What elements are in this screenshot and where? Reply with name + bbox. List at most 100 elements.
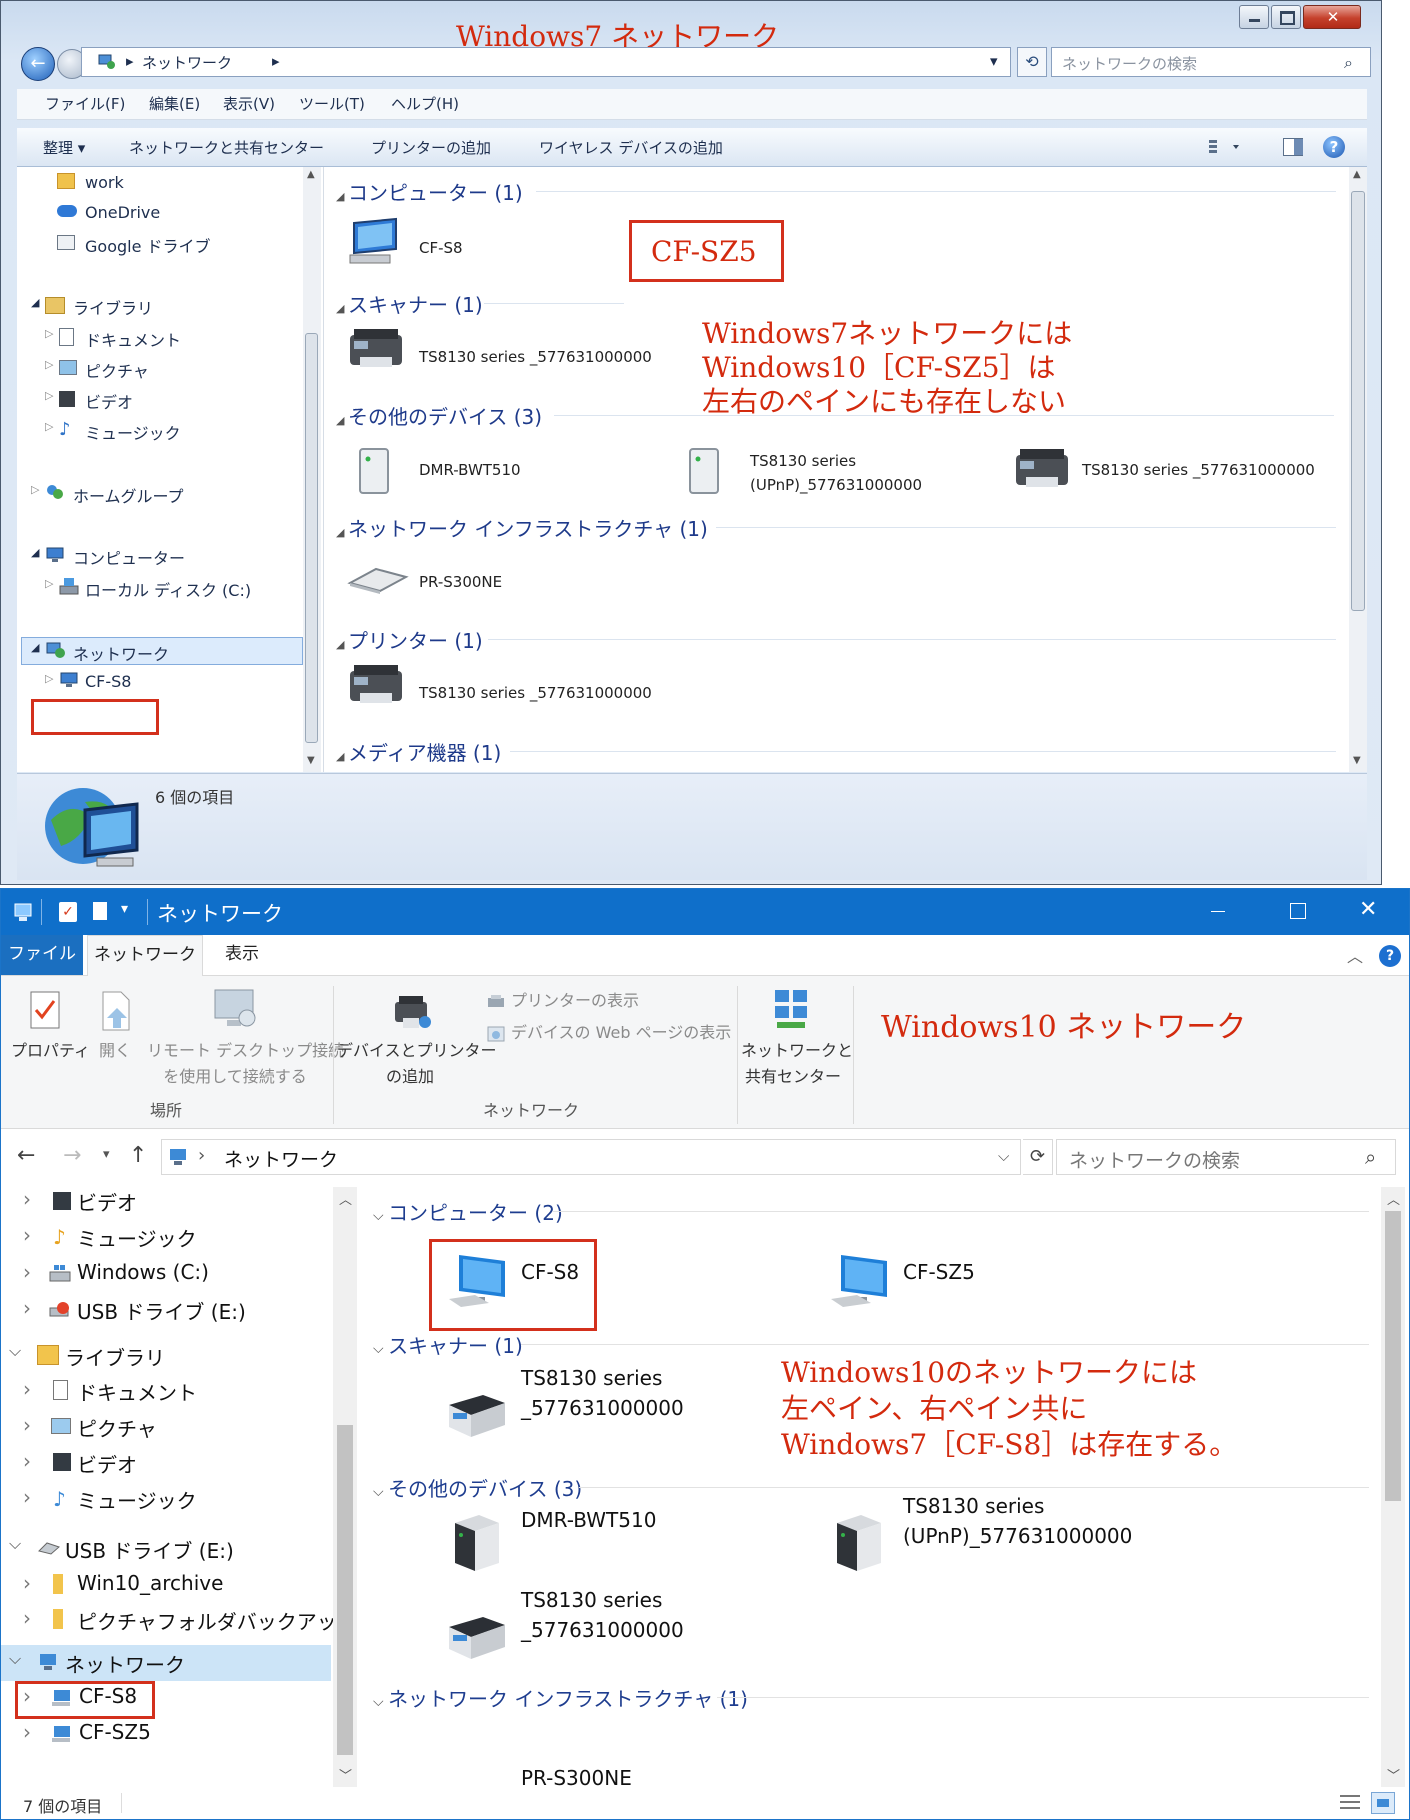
- group-other-devices[interactable]: ⌵ その他のデバイス (3): [373, 1473, 582, 1502]
- nav-library[interactable]: ライブラリ: [65, 1342, 165, 1371]
- nav-music-2[interactable]: ミュージック: [77, 1485, 197, 1514]
- nav-google-drive[interactable]: Google ドライブ: [85, 233, 211, 257]
- collapsed-chevron-icon[interactable]: ›: [23, 1377, 31, 1401]
- network-sharing-center-button[interactable]: ネットワークと 共有センター: [741, 1038, 853, 1090]
- item-router-pr-s300ne[interactable]: PR-S300NE: [419, 573, 502, 591]
- nav-music[interactable]: ミュージック: [77, 1223, 197, 1252]
- group-scanner[interactable]: ⌵ スキャナー (1): [373, 1330, 523, 1359]
- collapse-ribbon-icon[interactable]: ︿: [1347, 943, 1363, 967]
- nav-library[interactable]: ライブラリ: [73, 295, 153, 319]
- search-input[interactable]: ネットワークの検索 ⌕: [1051, 47, 1371, 77]
- collapsed-chevron-icon[interactable]: ›: [23, 1571, 31, 1595]
- collapsed-arrow-icon[interactable]: ▷: [45, 327, 53, 340]
- scroll-up-icon[interactable]: ︿: [339, 1189, 352, 1208]
- menu-tools[interactable]: ツール(T): [299, 93, 365, 114]
- properties-qat-icon[interactable]: ✓: [59, 902, 77, 922]
- search-input[interactable]: ネットワークの検索 ⌕: [1056, 1139, 1396, 1175]
- scroll-down-icon[interactable]: ﹀: [1387, 1765, 1400, 1784]
- group-infrastructure[interactable]: ⌵ ネットワーク インフラストラクチャ (1): [373, 1683, 748, 1712]
- menu-edit[interactable]: 編集(E): [149, 93, 200, 114]
- network-sharing-center-button[interactable]: ネットワークと共有センター: [129, 137, 324, 158]
- help-icon[interactable]: ?: [1323, 136, 1345, 158]
- nav-music[interactable]: ミュージック: [85, 420, 181, 444]
- content-scroll-thumb[interactable]: [1351, 191, 1365, 611]
- address-bar[interactable]: ▸ ネットワーク ▸ ▾: [81, 47, 1011, 77]
- nav-usb-drive-2[interactable]: USB ドライブ (E:): [65, 1535, 234, 1564]
- nav-picture-backup[interactable]: ピクチャフォルダバックアップ: [77, 1606, 357, 1635]
- nav-homegroup[interactable]: ホームグループ: [73, 483, 184, 507]
- back-button[interactable]: ←: [21, 47, 55, 81]
- help-icon[interactable]: ?: [1379, 945, 1401, 967]
- collapsed-arrow-icon[interactable]: ▷: [31, 483, 39, 496]
- nav-pictures[interactable]: ピクチャ: [85, 358, 149, 382]
- back-button[interactable]: ←: [17, 1143, 35, 1168]
- close-button[interactable]: ✕: [1359, 897, 1377, 922]
- maximize-button[interactable]: [1271, 5, 1301, 29]
- menu-file[interactable]: ファイル(F): [45, 93, 125, 114]
- item-ts8130-other[interactable]: TS8130 series _577631000000: [521, 1585, 684, 1645]
- nav-cf-s8[interactable]: CF-S8: [85, 672, 131, 691]
- nav-network[interactable]: ネットワーク: [73, 641, 169, 665]
- expanded-arrow-icon[interactable]: ◢: [31, 641, 39, 654]
- expanded-chevron-icon[interactable]: ⌵: [9, 1649, 21, 1669]
- content-scrollbar[interactable]: ︿ ﹀: [1381, 1187, 1405, 1787]
- content-scrollbar[interactable]: ▲ ▼: [1349, 167, 1367, 772]
- breadcrumb-network[interactable]: ネットワーク: [142, 52, 232, 73]
- group-computer[interactable]: ⌵ コンピューター (2): [373, 1197, 563, 1226]
- nav-scrollbar[interactable]: ▲ ▼: [303, 167, 321, 772]
- nav-documents[interactable]: ドキュメント: [85, 327, 181, 351]
- item-ts8130-upnp[interactable]: TS8130 series (UPnP)_577631000000: [750, 449, 922, 497]
- scroll-down-icon[interactable]: ﹀: [339, 1765, 352, 1784]
- collapsed-arrow-icon[interactable]: ▷: [45, 672, 53, 685]
- item-cf-sz5[interactable]: CF-SZ5: [903, 1257, 975, 1287]
- group-scanner[interactable]: ◢ スキャナー (1): [336, 289, 483, 318]
- view-options-icon[interactable]: [1207, 138, 1245, 156]
- nav-onedrive[interactable]: OneDrive: [85, 203, 160, 222]
- collapsed-chevron-icon[interactable]: ›: [23, 1485, 31, 1509]
- tab-network[interactable]: ネットワーク: [87, 935, 203, 976]
- collapsed-arrow-icon[interactable]: ▷: [45, 389, 53, 402]
- nav-windows-c[interactable]: Windows (C:): [77, 1260, 209, 1284]
- show-printers-button[interactable]: プリンターの表示: [511, 988, 639, 1013]
- new-folder-qat-icon[interactable]: [93, 902, 107, 920]
- large-icons-view-icon[interactable]: [1371, 1792, 1395, 1814]
- nav-cf-sz5[interactable]: CF-SZ5: [79, 1720, 151, 1744]
- minimize-button[interactable]: [1211, 911, 1225, 912]
- item-printer-ts8130[interactable]: TS8130 series _577631000000: [419, 684, 652, 702]
- nav-pictures[interactable]: ピクチャ: [77, 1413, 157, 1442]
- group-media[interactable]: ◢ メディア機器 (1): [336, 737, 501, 766]
- collapsed-arrow-icon[interactable]: ▷: [45, 358, 53, 371]
- recent-locations-dropdown[interactable]: ▾: [103, 1147, 110, 1162]
- group-computer[interactable]: ◢ コンピューター (1): [336, 177, 523, 206]
- item-scanner-ts8130[interactable]: TS8130 series _577631000000: [521, 1363, 684, 1423]
- expanded-arrow-icon[interactable]: ◢: [31, 546, 39, 559]
- group-printer[interactable]: ◢ プリンター (1): [336, 625, 483, 654]
- address-bar[interactable]: › ネットワーク ⌵: [161, 1139, 1021, 1175]
- nav-computer[interactable]: コンピューター: [73, 545, 185, 569]
- scroll-down-icon[interactable]: ▼: [307, 755, 315, 766]
- collapsed-chevron-icon[interactable]: ›: [23, 1449, 31, 1473]
- item-scanner-ts8130[interactable]: TS8130 series _577631000000: [419, 348, 652, 366]
- properties-button[interactable]: プロパティ: [11, 1038, 90, 1063]
- content-scroll-thumb[interactable]: [1385, 1211, 1401, 1501]
- nav-documents[interactable]: ドキュメント: [77, 1377, 197, 1406]
- nav-videos[interactable]: ビデオ: [77, 1187, 137, 1216]
- up-button[interactable]: ↑: [129, 1143, 147, 1168]
- item-router-pr-s300ne[interactable]: PR-S300NE: [521, 1763, 632, 1787]
- scroll-down-icon[interactable]: ▼: [1353, 755, 1361, 766]
- collapsed-chevron-icon[interactable]: ›: [23, 1223, 31, 1247]
- item-cf-s8[interactable]: CF-S8: [419, 239, 463, 257]
- scroll-up-icon[interactable]: ▲: [307, 169, 315, 180]
- nav-scroll-thumb[interactable]: [337, 1425, 353, 1755]
- expanded-chevron-icon[interactable]: ⌵: [9, 1534, 21, 1554]
- add-devices-printers-button[interactable]: デバイスとプリンター の追加: [337, 1038, 497, 1090]
- refresh-button[interactable]: ⟲: [1017, 47, 1047, 77]
- organize-button[interactable]: 整理 ▾: [43, 137, 85, 158]
- maximize-button[interactable]: [1290, 903, 1306, 919]
- address-dropdown-icon[interactable]: ▾: [990, 52, 998, 70]
- add-wireless-device-button[interactable]: ワイヤレス デバイスの追加: [539, 137, 723, 158]
- scroll-up-icon[interactable]: ▲: [1353, 169, 1361, 180]
- item-dmr-bwt510[interactable]: DMR-BWT510: [521, 1505, 656, 1535]
- close-button[interactable]: ✕: [1303, 5, 1361, 29]
- nav-scrollbar[interactable]: ︿ ﹀: [333, 1187, 357, 1787]
